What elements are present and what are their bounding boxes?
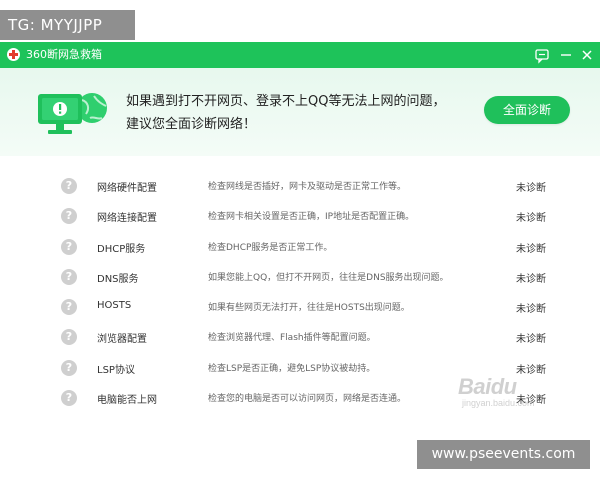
question-icon: ? (61, 390, 77, 407)
item-name: DHCP服务 (97, 243, 146, 255)
watermark-tag: TG: MYYJJPP (0, 10, 135, 40)
list-item: ? 浏览器配置 检查浏览器代理、Flash插件等配置问题。 未诊断 (0, 323, 600, 353)
item-status: 未诊断 (516, 304, 546, 316)
list-item: ? HOSTS 如果有些网页无法打开，往往是HOSTS出现问题。 未诊断 (0, 293, 600, 323)
item-status: 未诊断 (516, 213, 546, 225)
item-description: 检查您的电脑是否可以访问网页，网络是否连通。 (208, 394, 407, 405)
list-item: ? LSP协议 检查LSP是否正确，避免LSP协议被劫持。 未诊断 (0, 354, 600, 384)
item-description: 检查DHCP服务是否正常工作。 (208, 242, 333, 253)
app-logo-icon (7, 48, 20, 61)
item-name: DNS服务 (97, 273, 139, 285)
list-item: ? 电脑能否上网 检查您的电脑是否可以访问网页，网络是否连通。 未诊断 (0, 384, 600, 414)
question-icon: ? (61, 268, 77, 285)
item-description: 检查LSP是否正确，避免LSP协议被劫持。 (208, 363, 376, 374)
item-description: 检查浏览器代理、Flash插件等配置问题。 (208, 333, 376, 344)
item-name: 网络连接配置 (97, 213, 157, 225)
list-item: ? 网络连接配置 检查网卡相关设置是否正确，IP地址是否配置正确。 未诊断 (0, 202, 600, 232)
question-icon: ? (61, 238, 77, 255)
list-item: ? DHCP服务 检查DHCP服务是否正常工作。 未诊断 (0, 233, 600, 263)
diagnosis-banner: 如果遇到打不开网页、登录不上QQ等无法上网的问题， 建议您全面诊断网络！ 全面诊… (0, 68, 600, 156)
close-icon[interactable] (578, 46, 596, 64)
item-description: 检查网卡相关设置是否正确，IP地址是否配置正确。 (208, 212, 415, 223)
item-description: 如果您能上QQ，但打不开网页，往往是DNS服务出现问题。 (208, 272, 449, 283)
minimize-icon[interactable] (557, 46, 575, 64)
banner-line-1: 如果遇到打不开网页、登录不上QQ等无法上网的问题， (126, 94, 446, 109)
item-status: 未诊断 (516, 273, 546, 285)
feedback-icon[interactable] (533, 46, 551, 64)
question-icon: ? (61, 359, 77, 376)
diagnosis-list: ? 网络硬件配置 检查网线是否插好，网卡及驱动是否正常工作等。 未诊断 ? 网络… (0, 172, 600, 414)
full-diagnosis-button[interactable]: 全面诊断 (484, 96, 570, 124)
banner-message: 如果遇到打不开网页、登录不上QQ等无法上网的问题， 建议您全面诊断网络！ (126, 90, 456, 136)
item-description: 检查网线是否插好，网卡及驱动是否正常工作等。 (208, 182, 407, 192)
item-status: 未诊断 (516, 243, 546, 255)
item-name: 电脑能否上网 (97, 395, 157, 407)
list-item: ? 网络硬件配置 检查网线是否插好，网卡及驱动是否正常工作等。 未诊断 (0, 172, 600, 202)
window-title: 360断网急救箱 (26, 48, 102, 61)
network-monitor-icon (36, 88, 108, 140)
app-window: 360断网急救箱 如果遇到打不开网页、登录不上QQ等无法上网的问题， 建议您全面… (0, 42, 600, 480)
item-status: 未诊断 (516, 334, 546, 346)
banner-line-2: 建议您全面诊断网络！ (126, 117, 257, 132)
question-icon: ? (61, 329, 77, 346)
question-icon: ? (61, 178, 77, 194)
item-status: 未诊断 (516, 183, 546, 194)
item-name: LSP协议 (97, 364, 135, 376)
item-name: 网络硬件配置 (97, 183, 157, 194)
item-status: 未诊断 (516, 395, 546, 407)
item-name: HOSTS (97, 300, 132, 312)
item-status: 未诊断 (516, 364, 546, 376)
question-icon: ? (61, 208, 77, 225)
url-watermark-tag: www.pseevents.com (417, 440, 590, 469)
title-bar: 360断网急救箱 (0, 42, 600, 68)
question-icon: ? (61, 299, 77, 316)
list-item: ? DNS服务 如果您能上QQ，但打不开网页，往往是DNS服务出现问题。 未诊断 (0, 263, 600, 293)
item-name: 浏览器配置 (97, 334, 147, 346)
item-description: 如果有些网页无法打开，往往是HOSTS出现问题。 (208, 303, 410, 314)
